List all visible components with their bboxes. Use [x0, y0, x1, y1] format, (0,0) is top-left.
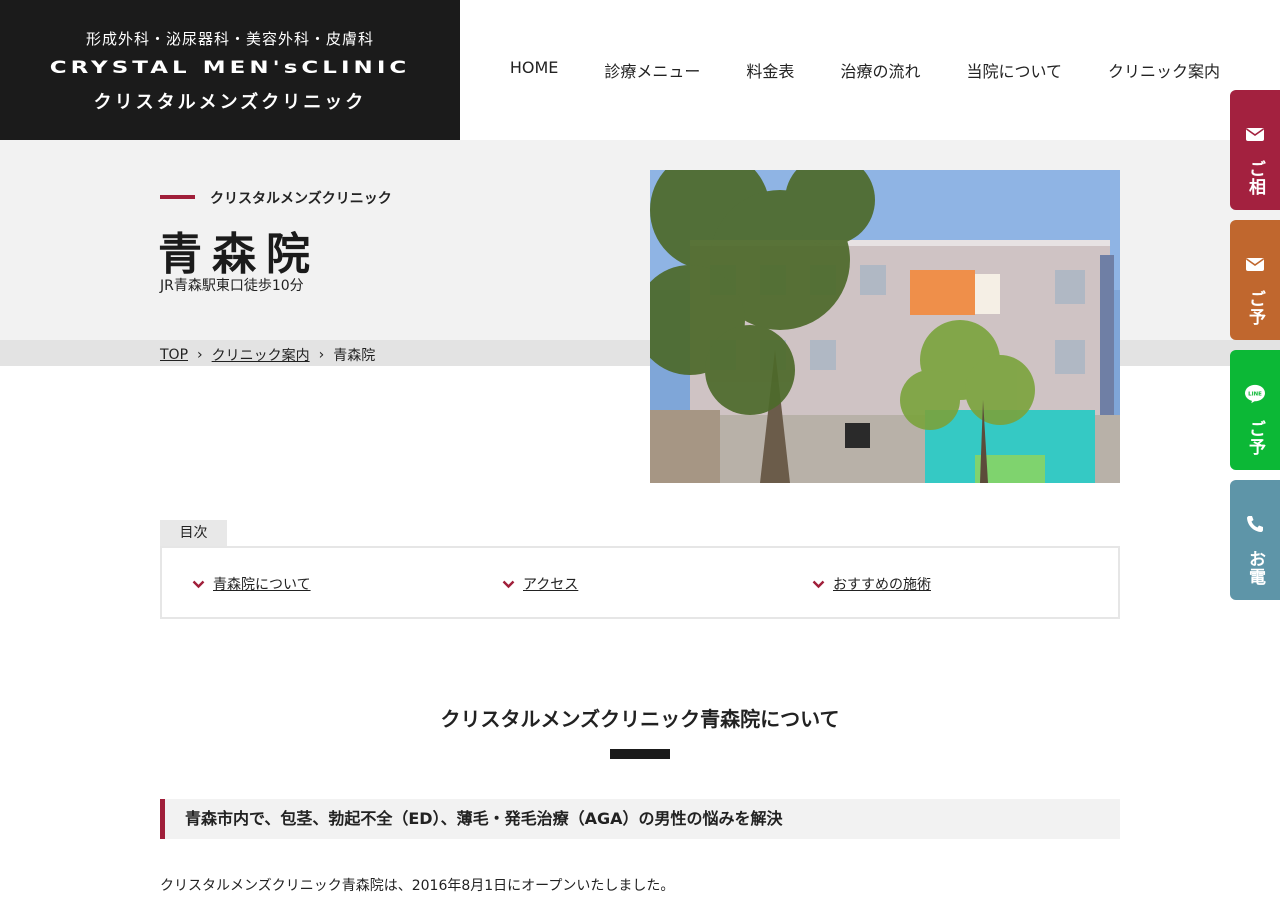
side-button-reserve-line[interactable]: LINE ご予約 [1230, 350, 1280, 470]
logo-japanese: クリスタルメンズクリニック [93, 92, 367, 113]
toc-item-recommended[interactable]: おすすめの施術 [812, 574, 931, 594]
breadcrumb-current: 青森院 [333, 348, 376, 364]
table-of-contents: 青森院について アクセス おすすめの施術 [160, 546, 1120, 619]
clinic-building-photo [650, 170, 1120, 483]
hero-clinic-name: クリスタルメンズクリニック [210, 191, 392, 207]
hero-access-note: JR青森駅東口徒歩10分 [160, 278, 304, 294]
mail-icon [1246, 258, 1264, 271]
side-button-label: ご相談 [1245, 160, 1265, 196]
body-paragraph: クリスタルメンズクリニック青森院は、2016年8月1日にオープンいたしました。 [160, 878, 675, 894]
nav-home[interactable]: HOME [510, 58, 559, 82]
phone-icon [1247, 516, 1263, 532]
toc-link-about[interactable]: 青森院について [213, 574, 311, 594]
toc-label: 目次 [160, 520, 227, 547]
nav-about[interactable]: 当院について [966, 58, 1062, 82]
chevron-down-icon [192, 580, 205, 588]
mail-icon [1246, 128, 1264, 141]
side-button-label: お電話 [1245, 550, 1265, 586]
side-button-reserve-mail[interactable]: ご予約 [1230, 220, 1280, 340]
toc-link-recommended[interactable]: おすすめの施術 [833, 574, 931, 594]
nav-price[interactable]: 料金表 [746, 58, 794, 82]
section-title-bar [610, 749, 670, 759]
chevron-down-icon [502, 580, 515, 588]
svg-text:LINE: LINE [1248, 391, 1262, 397]
side-button-consult[interactable]: ご相談 [1230, 90, 1280, 210]
breadcrumb: TOP › クリニック案内 › 青森院 [160, 345, 375, 365]
toc-link-access[interactable]: アクセス [523, 574, 578, 594]
main-nav: HOME 診療メニュー 料金表 治療の流れ 当院について クリニック案内 [510, 58, 1220, 82]
site-logo[interactable]: 形成外科・泌尿器科・美容外科・皮膚科 CRYSTAL MEN'sCLINIC ク… [0, 0, 460, 140]
chevron-down-icon [812, 580, 825, 588]
side-button-phone[interactable]: お電話 [1230, 480, 1280, 600]
breadcrumb-separator: › [197, 347, 203, 363]
logo-subtitle: 形成外科・泌尿器科・美容外科・皮膚科 [85, 30, 374, 48]
breadcrumb-clinic[interactable]: クリニック案内 [212, 345, 310, 365]
page-title: 青森院 [158, 229, 320, 280]
hero-accent-line [160, 195, 195, 199]
line-icon: LINE [1245, 384, 1265, 404]
logo-english: CRYSTAL MEN'sCLINIC [49, 58, 411, 78]
breadcrumb-top[interactable]: TOP [160, 347, 188, 363]
nav-flow[interactable]: 治療の流れ [840, 58, 920, 82]
site-header: 形成外科・泌尿器科・美容外科・皮膚科 CRYSTAL MEN'sCLINIC ク… [0, 0, 1280, 140]
subsection-heading: 青森市内で、包茎、勃起不全（ED）、薄毛・発毛治療（AGA）の男性の悩みを解決 [160, 799, 1120, 839]
nav-menu[interactable]: 診療メニュー [604, 58, 700, 82]
nav-clinic[interactable]: クリニック案内 [1108, 58, 1220, 82]
toc-item-access[interactable]: アクセス [502, 574, 578, 594]
section-title: クリスタルメンズクリニック青森院について [440, 707, 840, 731]
breadcrumb-separator: › [318, 347, 325, 363]
toc-item-about[interactable]: 青森院について [192, 574, 311, 594]
side-button-label: ご予約 [1245, 290, 1265, 326]
side-button-label: ご予約 [1245, 420, 1265, 456]
